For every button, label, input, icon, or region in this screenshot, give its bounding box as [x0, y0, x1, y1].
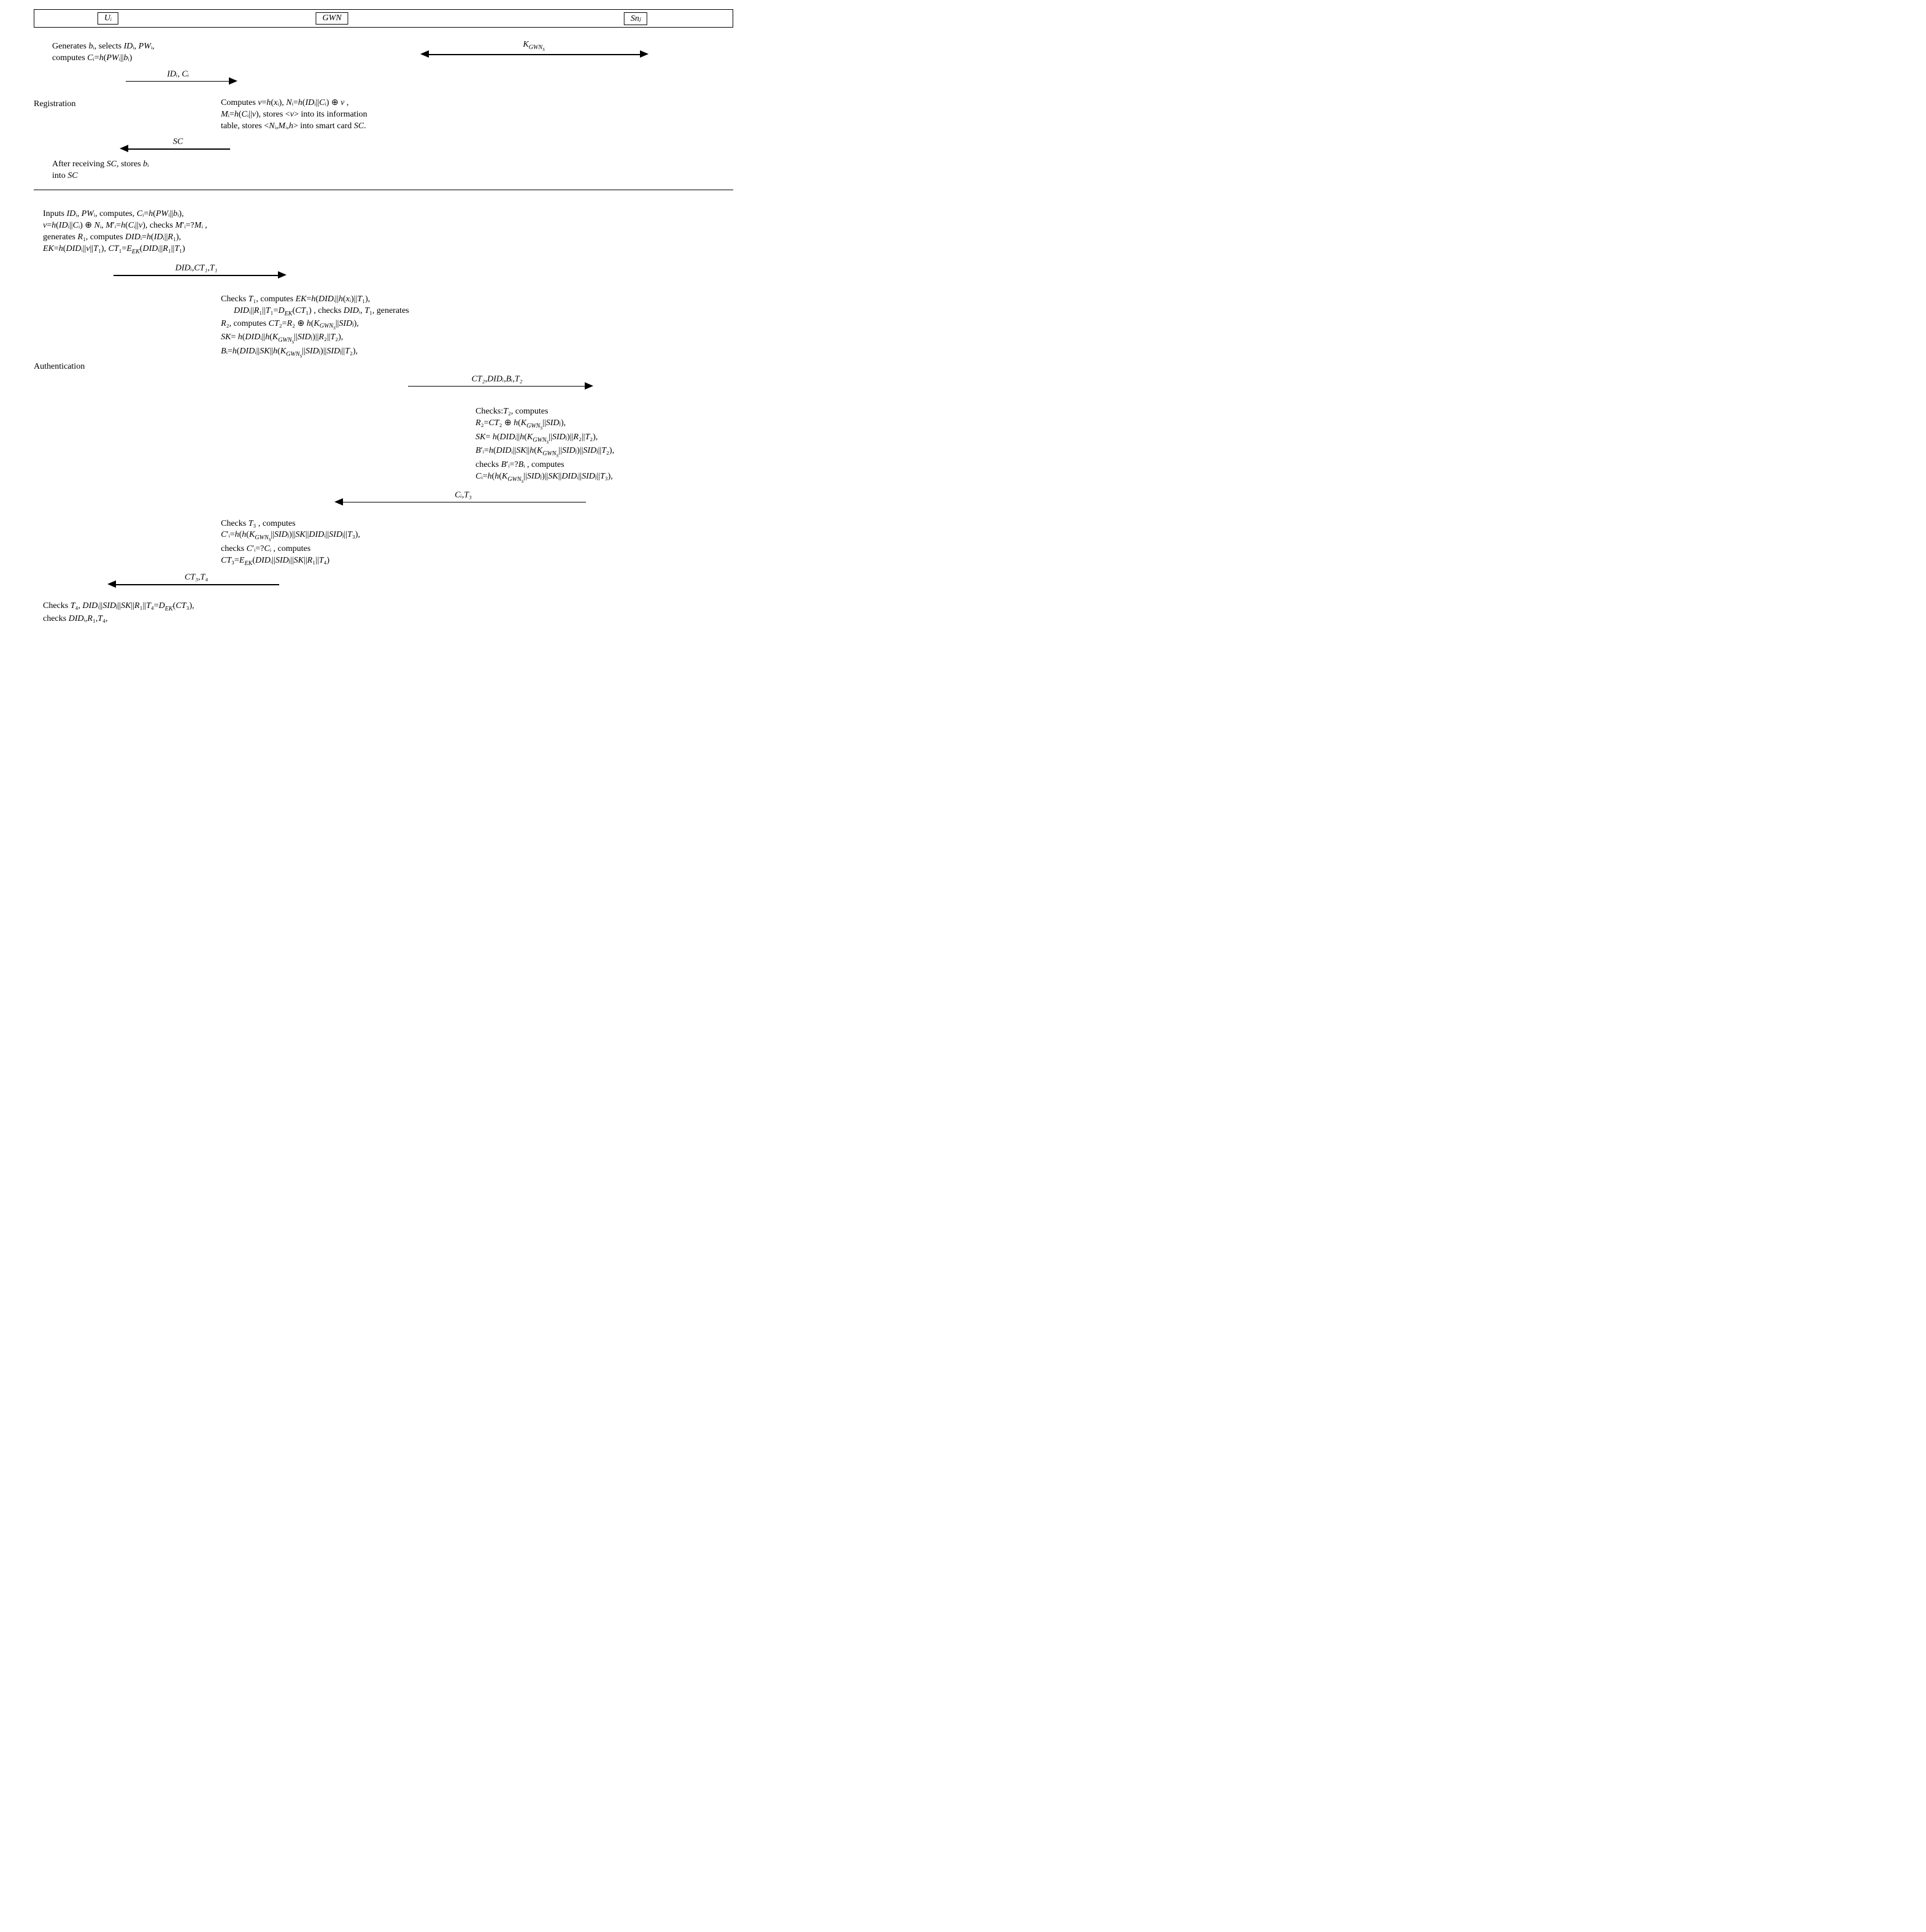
arrow-auth-msg3: Cᵢ,T₃ [34, 489, 733, 515]
arrow-auth-msg4: CT₃,T₄ [34, 571, 733, 597]
reg-gwn-step: Computes v=h(xᵢ), Nᵢ=h(IDᵢ||Cᵢ) ⊕ v , Mᵢ… [221, 98, 546, 133]
auth-u-step2: Checks T₄, DIDᵢ||SIDⱼ||SK||R₁||T₄=DEK(CT… [43, 601, 350, 625]
auth-gwn-step2: Checks T₃ , computes C′ᵢ=h(h(KGWNS||SIDⱼ… [221, 518, 546, 568]
participant-sn: Snⱼ [624, 12, 647, 25]
participants-header: Uᵢ GWN Snⱼ [34, 9, 733, 28]
phase-registration-label: Registration [34, 99, 75, 109]
participant-gwn: GWN [315, 12, 348, 25]
reg-u-step2: After receiving SC, stores bᵢ into SC [52, 159, 316, 182]
auth-u-step1: Inputs IDᵢ, PWᵢ, computes, Cᵢ=h(PWᵢ||bᵢ)… [43, 209, 350, 256]
arrow-reg-msg1: IDᵢ, Cᵢ [34, 68, 733, 94]
auth-gwn-step1: Checks T₁, computes EK=h(DIDᵢ||h(xᵢ)||T₁… [221, 294, 546, 360]
arrow-auth-msg2: CT₂,DIDᵢ,Bᵢ,T₂ [34, 369, 733, 402]
arrow-auth-msg1: DIDᵢ,CT₁,T₁ [34, 260, 733, 290]
participant-ui: Uᵢ [98, 12, 118, 25]
arrow-kgwns: KGWNS [34, 41, 733, 67]
arrow-reg-msg2: SC [34, 136, 733, 161]
auth-sn-step1: Checks:T₂, computes R₂=CT₂ ⊕ h(KGWNS||SI… [476, 406, 733, 485]
